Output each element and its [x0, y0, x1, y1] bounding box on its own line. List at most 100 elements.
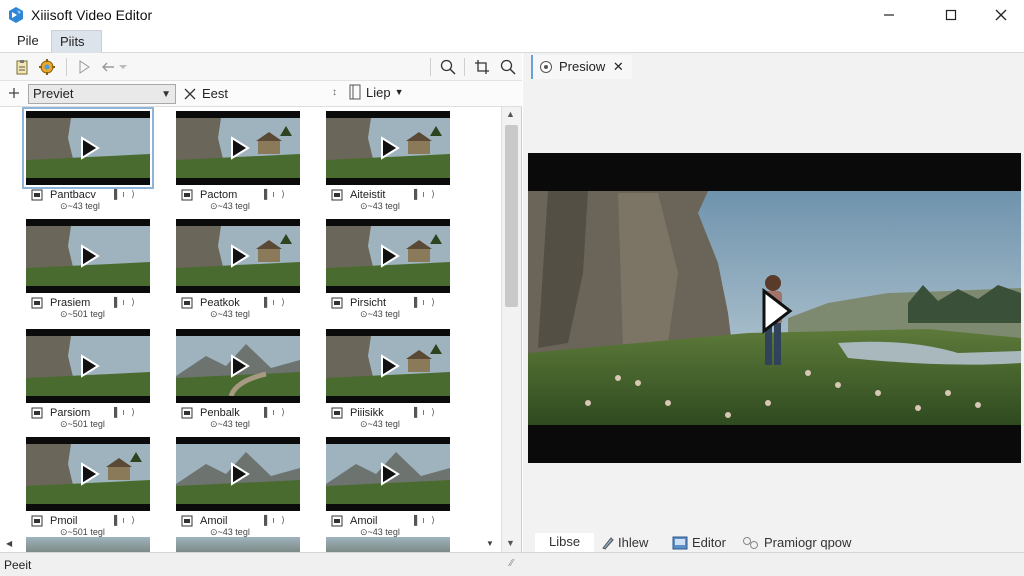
thumbnail-meta: ⊙~43 tegl	[360, 309, 400, 319]
menu-edit[interactable]: Piits	[51, 30, 102, 53]
arrow-left-icon	[102, 62, 114, 72]
media-thumbnail[interactable]: Amoil ▌ı ⟩ ⊙~43 tegl	[326, 437, 454, 547]
tab-preview-panel-label: Pramiogr qpow	[764, 534, 852, 550]
media-thumbnail[interactable]: Pirsicht ▌ı ⟩ ⊙~43 tegl	[326, 219, 454, 329]
search-button[interactable]	[438, 57, 458, 77]
status-text: Peeit	[4, 558, 32, 572]
media-thumbnail[interactable]: Aiteistit ▌ı ⟩ ⊙~43 tegl	[326, 111, 454, 221]
video-file-icon	[331, 297, 343, 309]
filter-combo[interactable]: Previet ▼	[28, 84, 176, 104]
thumbnail-duration: ▌ı ⟩	[414, 189, 437, 199]
thumbnail-image	[176, 437, 300, 511]
filter-combo-value: Previet	[33, 86, 74, 101]
thumbnail-meta: ⊙~43 tegl	[210, 309, 250, 319]
clipboard-button[interactable]	[12, 57, 32, 77]
thumbnail-name: Penbalk	[200, 407, 240, 419]
media-thumbnail[interactable]: Penbalk ▌ı ⟩ ⊙~43 tegl	[176, 329, 304, 439]
thumbnail-duration: ▌ı ⟩	[414, 297, 437, 307]
tab-review-label: Ihlew	[618, 534, 649, 550]
video-preview[interactable]	[528, 153, 1021, 463]
media-thumbnail[interactable]: Prasiem ▌ı ⟩ ⊙~501 tegl	[26, 219, 154, 329]
thumbnail-meta: ⊙~43 tegl	[360, 419, 400, 429]
media-thumbnail[interactable]: Pactom ▌ı ⟩ ⊙~43 tegl	[176, 111, 304, 221]
thumbnail-name: Pmoil	[50, 515, 78, 527]
chevron-down-icon: ▼	[161, 89, 171, 100]
clear-filter-button[interactable]: Eest	[184, 86, 228, 101]
preview-pane: Presiow ✕ Libse Ihlew Editor Pramiogr qp…	[523, 53, 1024, 552]
maximize-icon	[945, 9, 957, 21]
tab-review[interactable]: Ihlew	[601, 533, 648, 552]
media-thumbnail[interactable]: Pantbacv ▌ı ⟩ ⊙~43 tegl	[22, 107, 154, 221]
thumbnail-duration: ▌ı ⟩	[264, 407, 287, 417]
thumbnail-name: Amoil	[200, 515, 228, 527]
zoom-icon	[500, 59, 516, 75]
vertical-scrollbar[interactable]: ▲ ▼	[501, 107, 521, 552]
video-file-icon	[31, 297, 43, 309]
tab-preview-panel[interactable]: Pramiogr qpow	[742, 533, 851, 552]
maximize-button[interactable]	[928, 0, 974, 30]
preview-bottom-tabs: Libse Ihlew Editor Pramiogr qpow	[523, 533, 1024, 552]
scrollbar-thumb[interactable]	[505, 125, 518, 307]
menu-file[interactable]: Pile	[9, 30, 47, 53]
media-thumbnail[interactable]: Amoil ▌ı ⟩ ⊙~43 tegl	[176, 437, 304, 547]
thumbnail-meta: ⊙~501 tegl	[60, 419, 105, 429]
media-thumbnail[interactable]: Pmoil ▌ı ⟩ ⊙~501 tegl	[26, 437, 154, 547]
video-frame	[528, 191, 1021, 425]
thumbnail-image	[326, 437, 450, 511]
filter-bar: Previet ▼ Eest ↕ Liep ▼	[0, 81, 522, 107]
thumbnail-meta: ⊙~501 tegl	[60, 309, 105, 319]
video-file-icon	[31, 407, 43, 419]
thumbnail-image	[326, 219, 450, 293]
thumbnail-meta: ⊙~43 tegl	[210, 201, 250, 211]
zoom-button[interactable]	[498, 57, 518, 77]
back-dropdown[interactable]	[116, 57, 130, 77]
media-thumbnail[interactable]	[26, 537, 150, 552]
minimize-button[interactable]	[866, 0, 912, 30]
add-filter-button[interactable]	[8, 87, 20, 102]
thumbnail-name: Piiisikk	[350, 407, 384, 419]
play-button[interactable]	[74, 57, 94, 77]
thumbnail-duration: ▌ı ⟩	[114, 189, 137, 199]
media-thumbnail[interactable]	[326, 537, 450, 552]
thumbnail-name: Pantbacv	[50, 189, 96, 201]
scroll-up-icon[interactable]: ▲	[506, 109, 515, 119]
thumbnail-duration: ▌ı ⟩	[264, 189, 287, 199]
view-mode-button[interactable]: Liep ▼	[348, 84, 404, 100]
crop-button[interactable]	[472, 57, 492, 77]
chevron-down-icon	[119, 65, 127, 69]
thumbnail-duration: ▌ı ⟩	[114, 297, 137, 307]
media-thumbnail[interactable]: Piiisikk ▌ı ⟩ ⊙~43 tegl	[326, 329, 454, 439]
tab-preview[interactable]: Presiow ✕	[531, 55, 632, 79]
crop-icon	[475, 60, 489, 74]
media-thumbnail[interactable]	[176, 537, 300, 552]
play-icon	[79, 60, 90, 74]
media-thumbnail[interactable]: Peatkok ▌ı ⟩ ⊙~43 tegl	[176, 219, 304, 329]
tab-editor[interactable]: Editor	[672, 533, 726, 552]
video-file-icon	[331, 407, 343, 419]
video-file-icon	[331, 189, 343, 201]
back-button[interactable]	[98, 57, 118, 77]
scroll-right-icon[interactable]: ▼	[486, 539, 494, 548]
window-title: Xiiisoft Video Editor	[31, 7, 153, 23]
list-view-icon	[349, 84, 361, 100]
thumbnail-name: Prasiem	[50, 297, 91, 309]
tab-library[interactable]: Libse	[535, 533, 595, 552]
thumbnail-name: Aiteistit	[350, 189, 386, 201]
close-button[interactable]	[978, 0, 1024, 30]
clipboard-icon	[16, 60, 28, 75]
scroll-down-icon[interactable]: ▼	[506, 538, 515, 548]
scroll-left-icon[interactable]: ◀	[6, 539, 12, 548]
chevron-down-icon: ▼	[394, 87, 404, 97]
gear-icon	[39, 59, 55, 75]
thumbnail-image	[26, 329, 150, 403]
resize-grip-icon[interactable]: ⁄⁄	[510, 558, 513, 569]
effects-button[interactable]	[37, 57, 57, 77]
thumbnail-name: Pactom	[200, 189, 238, 201]
preview-tab-close-icon[interactable]: ✕	[613, 59, 624, 74]
preview-tab-label: Presiow	[559, 59, 606, 74]
thumbnail-duration: ▌ı ⟩	[264, 297, 287, 307]
thumbnail-duration: ▌ı ⟩	[114, 515, 137, 525]
media-thumbnail[interactable]: Parsiom ▌ı ⟩ ⊙~501 tegl	[26, 329, 154, 439]
video-file-icon	[331, 515, 343, 527]
thumbnail-meta: ⊙~43 tegl	[210, 419, 250, 429]
